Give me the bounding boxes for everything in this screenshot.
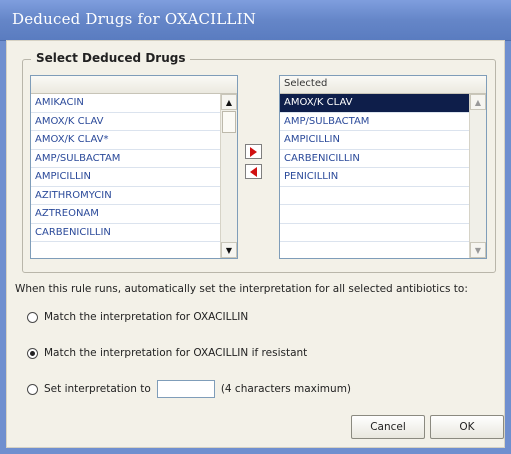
radio-dot-icon [30, 350, 35, 356]
option-match-resistant[interactable]: Match the interpretation for OXACILLIN i… [27, 347, 307, 359]
available-drugs-list[interactable]: AMIKACIN AMOX/K CLAV AMOX/K CLAV* AMP/SU… [30, 75, 238, 259]
up-arrow-icon: ▲ [474, 97, 482, 107]
instruction-text: When this rule runs, automatically set t… [15, 283, 468, 295]
list-item[interactable]: CARBENICILLIN [31, 224, 221, 242]
list-item[interactable] [280, 205, 470, 224]
list-item[interactable]: AMPICILLIN [280, 131, 470, 150]
selected-drugs-list[interactable]: Selected AMOX/K CLAV AMP/SULBACTAM AMPIC… [279, 75, 487, 259]
select-drugs-group: Select Deduced Drugs AMIKACIN AMOX/K CLA… [22, 51, 496, 273]
selected-list-header: Selected [280, 76, 486, 94]
scroll-down-button[interactable]: ▼ [470, 242, 486, 258]
list-item[interactable] [280, 187, 470, 205]
scroll-thumb[interactable] [222, 111, 236, 133]
list-item[interactable]: AMOX/K CLAV* [31, 131, 221, 150]
list-item[interactable] [280, 224, 470, 242]
scroll-down-button[interactable]: ▼ [221, 242, 237, 258]
right-arrow-icon [250, 146, 257, 157]
list-item[interactable]: AMIKACIN [31, 94, 221, 113]
interpretation-input[interactable] [156, 380, 215, 398]
list-item[interactable]: AMP/SULBACTAM [280, 113, 470, 131]
scroll-up-button[interactable]: ▲ [221, 94, 237, 110]
dialog-body: Select Deduced Drugs AMIKACIN AMOX/K CLA… [6, 40, 505, 448]
option-match-label: Match the interpretation for OXACILLIN [44, 311, 249, 323]
radio-button-checked[interactable] [27, 347, 38, 359]
list-item[interactable]: AZITHROMYCIN [31, 187, 221, 205]
list-item[interactable]: PENICILLIN [280, 168, 470, 187]
available-list-scrollbar[interactable]: ▲ ▼ [220, 94, 237, 258]
group-title: Select Deduced Drugs [31, 51, 191, 65]
remove-selected-button[interactable] [245, 164, 262, 179]
option-set-hint: (4 characters maximum) [220, 383, 352, 395]
available-list-header [31, 76, 237, 94]
title-bar[interactable]: Deduced Drugs for OXACILLIN [0, 0, 511, 41]
scroll-up-button[interactable]: ▲ [470, 94, 486, 110]
up-arrow-icon: ▲ [225, 97, 233, 107]
radio-button[interactable] [27, 383, 38, 395]
left-arrow-icon [250, 166, 257, 177]
list-item[interactable]: AMOX/K CLAV [280, 94, 470, 113]
list-item[interactable]: AZTREONAM [31, 205, 221, 224]
selected-list-scrollbar[interactable]: ▲ ▼ [469, 94, 486, 258]
cancel-button[interactable]: Cancel [351, 415, 425, 439]
list-item[interactable]: AMP/SULBACTAM [31, 150, 221, 168]
add-selected-button[interactable] [245, 144, 262, 159]
window-title: Deduced Drugs for OXACILLIN [12, 10, 257, 28]
list-item[interactable]: AMOX/K CLAV [31, 113, 221, 131]
option-match[interactable]: Match the interpretation for OXACILLIN [27, 311, 248, 323]
dialog-window: Deduced Drugs for OXACILLIN Select Deduc… [0, 0, 511, 454]
radio-button[interactable] [27, 311, 38, 323]
list-item[interactable]: AMPICILLIN [31, 168, 221, 187]
list-item[interactable]: CARBENICILLIN [280, 150, 470, 168]
option-set-label: Set interpretation to [44, 383, 151, 395]
option-match-resistant-label: Match the interpretation for OXACILLIN i… [44, 347, 308, 359]
option-set-interpretation[interactable]: Set interpretation to (4 characters maxi… [27, 380, 351, 398]
down-arrow-icon: ▼ [225, 245, 233, 255]
ok-button[interactable]: OK [430, 415, 504, 439]
down-arrow-icon: ▼ [474, 245, 482, 255]
